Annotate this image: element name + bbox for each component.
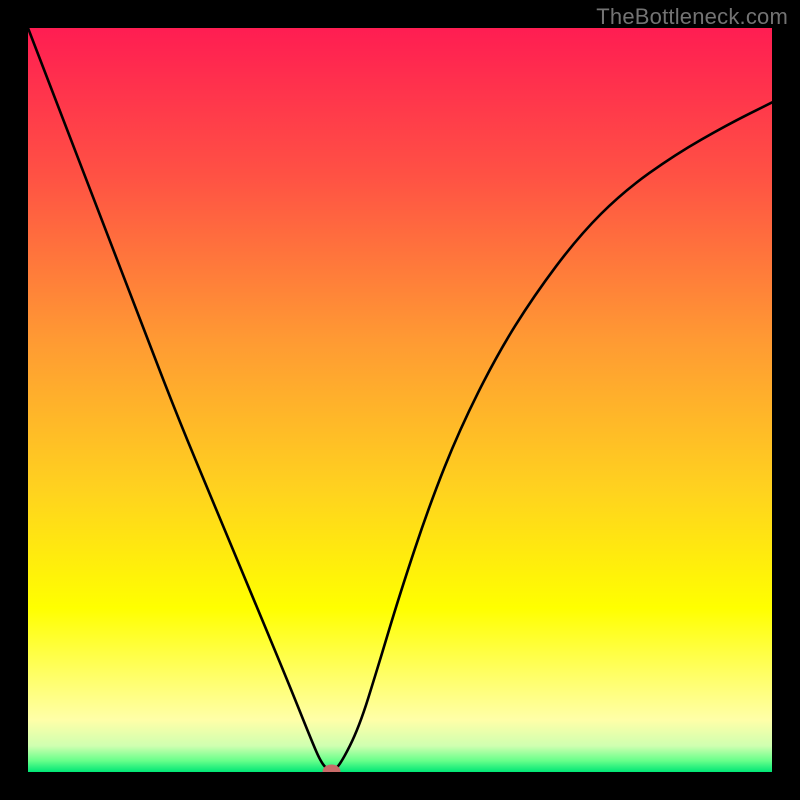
watermark-text: TheBottleneck.com <box>596 4 788 30</box>
plot-area <box>28 28 772 772</box>
chart-frame: TheBottleneck.com <box>0 0 800 800</box>
optimal-point-marker <box>28 28 772 772</box>
